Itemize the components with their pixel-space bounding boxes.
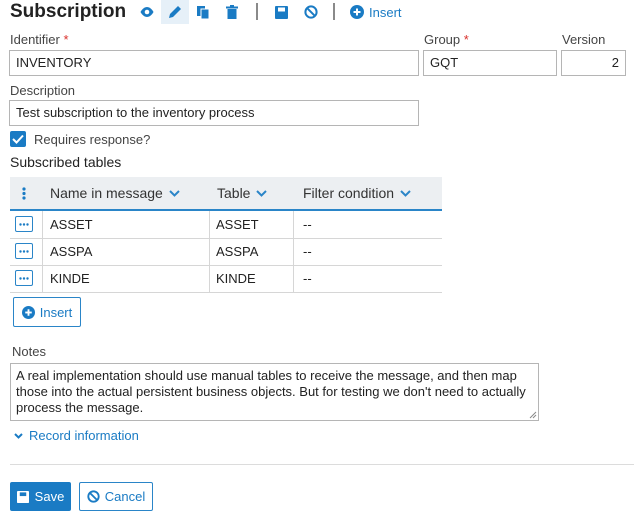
cell-table: KINDE — [216, 271, 256, 286]
requires-response-label: Requires response? — [34, 132, 151, 147]
plus-circle-icon — [21, 305, 35, 319]
required-marker: * — [463, 32, 469, 47]
row-actions-button[interactable] — [15, 270, 33, 286]
cancel-icon — [304, 5, 318, 19]
save-icon — [274, 5, 288, 19]
chevron-down-icon — [169, 189, 180, 197]
cancel-toolbar-button[interactable] — [297, 0, 325, 24]
column-header-name[interactable]: Name in message — [50, 177, 180, 209]
row-actions-button[interactable] — [15, 243, 33, 259]
subscribed-tables-heading: Subscribed tables — [10, 154, 122, 170]
insert-label: Insert — [369, 4, 402, 20]
group-input[interactable]: GQT — [423, 50, 557, 76]
ellipsis-icon — [19, 249, 29, 253]
description-label: Description — [10, 83, 76, 98]
insert-row-label: Insert — [39, 304, 73, 320]
requires-response-checkbox[interactable] — [10, 131, 26, 147]
save-toolbar-button[interactable] — [267, 0, 295, 24]
view-button[interactable] — [133, 0, 161, 24]
toolbar-separator — [333, 3, 335, 20]
column-header-table[interactable]: Table — [217, 177, 268, 209]
ellipsis-icon — [19, 276, 29, 280]
copy-button[interactable] — [189, 0, 217, 24]
table-header: Name in message Table Filter condition — [10, 177, 442, 211]
cell-filter: -- — [303, 271, 312, 286]
version-label: Version — [562, 32, 606, 47]
table-row: KINDE KINDE -- — [10, 265, 442, 293]
edit-button[interactable] — [161, 0, 189, 24]
toolbar-separator — [256, 3, 258, 20]
required-marker: * — [63, 32, 69, 47]
description-input[interactable]: Test subscription to the inventory proce… — [9, 100, 419, 126]
delete-button[interactable] — [218, 0, 246, 24]
save-icon — [16, 490, 29, 503]
cancel-button[interactable]: Cancel — [79, 482, 153, 511]
cell-filter: -- — [303, 217, 312, 232]
ellipsis-icon — [19, 222, 29, 226]
chevron-down-icon — [400, 189, 411, 197]
cell-name: KINDE — [50, 271, 90, 286]
column-menu-button[interactable] — [22, 177, 26, 209]
row-actions-button[interactable] — [15, 216, 33, 232]
notes-label: Notes — [12, 344, 46, 359]
notes-textarea[interactable]: A real implementation should use manual … — [10, 363, 539, 421]
table-row: ASSET ASSET -- — [10, 211, 442, 239]
cancel-icon — [87, 490, 100, 503]
table-row: ASSPA ASSPA -- — [10, 238, 442, 266]
resize-handle-icon[interactable] — [529, 411, 537, 419]
chevron-down-icon — [14, 432, 23, 439]
version-input[interactable]: 2 — [561, 50, 626, 76]
trash-icon — [226, 5, 238, 19]
copy-icon — [197, 5, 210, 19]
insert-toolbar-button[interactable]: Insert — [350, 2, 402, 22]
chevron-down-icon — [256, 189, 268, 197]
cell-table: ASSPA — [216, 244, 259, 259]
group-label: Group * — [424, 32, 469, 47]
plus-circle-icon — [350, 5, 364, 19]
insert-row-button[interactable]: Insert — [13, 297, 81, 327]
cell-name: ASSPA — [50, 244, 93, 259]
identifier-label: Identifier * — [10, 32, 69, 47]
footer-divider — [10, 464, 634, 465]
eye-icon — [140, 7, 154, 17]
cell-table: ASSET — [216, 217, 259, 232]
save-button[interactable]: Save — [10, 482, 71, 511]
cell-filter: -- — [303, 244, 312, 259]
checkmark-icon — [12, 134, 24, 144]
page-title: Subscription — [10, 1, 127, 22]
pencil-icon — [169, 6, 181, 18]
cell-name: ASSET — [50, 217, 93, 232]
column-header-filter[interactable]: Filter condition — [303, 177, 411, 209]
identifier-input[interactable]: INVENTORY — [9, 50, 419, 76]
record-information-toggle[interactable]: Record information — [14, 428, 139, 443]
vertical-dots-icon — [22, 186, 26, 200]
